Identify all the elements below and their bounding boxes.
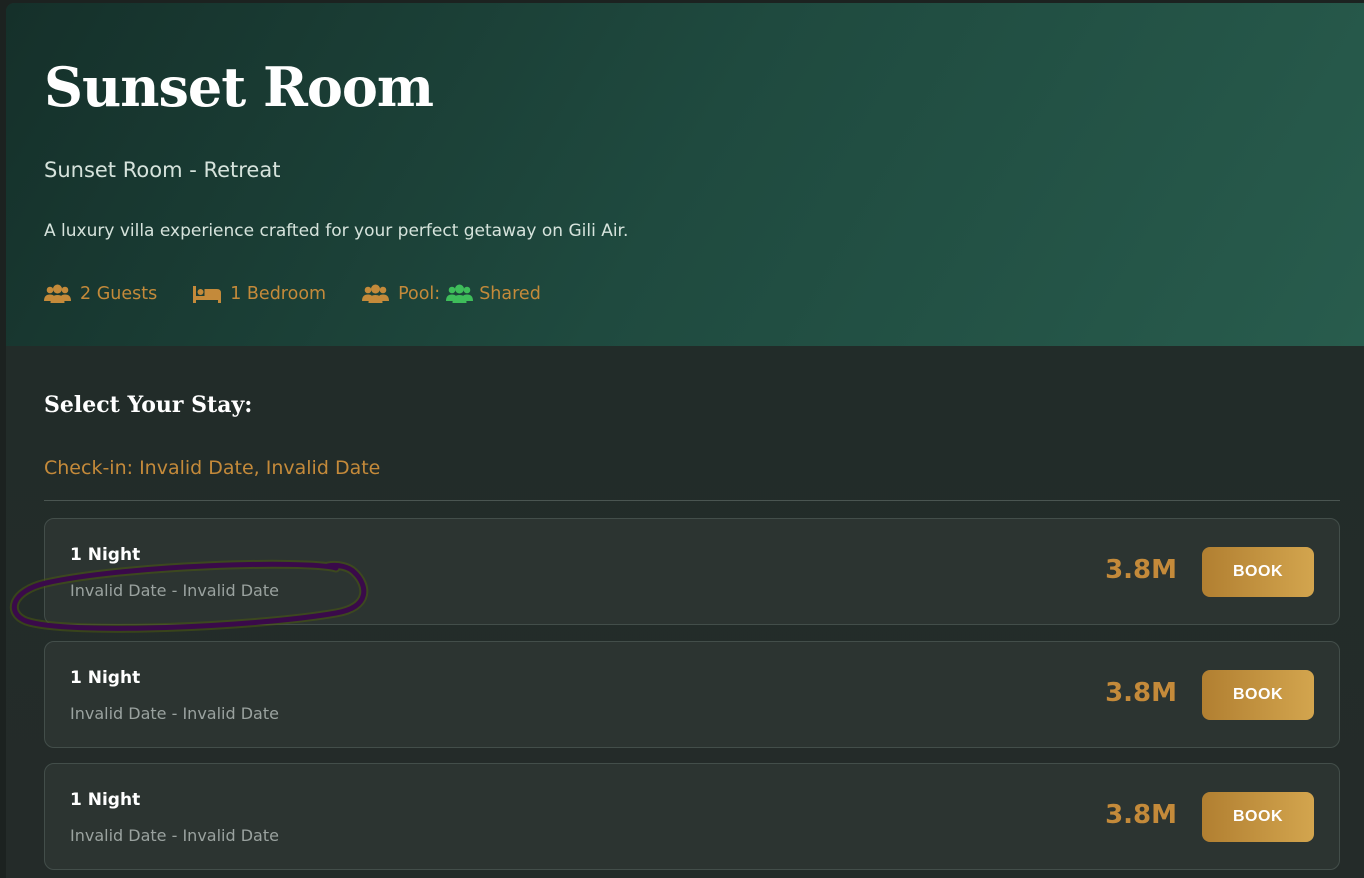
page-frame: Sunset Room Sunset Room - Retreat A luxu… <box>6 3 1364 878</box>
book-button[interactable]: BOOK <box>1202 792 1314 842</box>
stay-option: 1 Night Invalid Date - Invalid Date 3.8M… <box>44 518 1340 625</box>
feature-bedrooms: 1 Bedroom <box>193 284 326 304</box>
pool-value: Shared <box>479 284 541 304</box>
section-title: Select Your Stay: <box>44 392 253 418</box>
option-dates: Invalid Date - Invalid Date <box>70 704 279 723</box>
checkin-text: Check-in: Invalid Date, Invalid Date <box>44 457 381 479</box>
guests-label: 2 Guests <box>80 284 158 304</box>
stay-selection: Select Your Stay: Check-in: Invalid Date… <box>6 346 1364 878</box>
option-name: 1 Night <box>70 790 141 810</box>
option-name: 1 Night <box>70 668 141 688</box>
room-title: Sunset Room <box>44 55 434 119</box>
users-icon <box>44 284 71 304</box>
option-name: 1 Night <box>70 545 141 565</box>
stay-option: 1 Night Invalid Date - Invalid Date 3.8M… <box>44 641 1340 748</box>
option-price: 3.8M <box>1105 678 1177 708</box>
shared-users-icon <box>446 284 474 304</box>
bedrooms-label: 1 Bedroom <box>230 284 327 304</box>
room-description: A luxury villa experience crafted for yo… <box>44 221 629 241</box>
divider <box>44 500 1340 501</box>
book-button[interactable]: BOOK <box>1202 670 1314 720</box>
option-price: 3.8M <box>1105 800 1177 830</box>
users-icon <box>362 284 390 304</box>
option-price: 3.8M <box>1105 555 1177 585</box>
feature-guests: 2 Guests <box>44 284 157 304</box>
hero-banner: Sunset Room Sunset Room - Retreat A luxu… <box>6 3 1364 346</box>
pool-label: Pool: <box>398 284 441 304</box>
bed-icon <box>193 284 222 304</box>
option-dates: Invalid Date - Invalid Date <box>70 826 279 845</box>
book-button[interactable]: BOOK <box>1202 547 1314 597</box>
room-subtitle: Sunset Room - Retreat <box>44 158 281 182</box>
feature-pool: Pool: Shared <box>362 284 541 304</box>
room-features: 2 Guests 1 Bedroom Pool: Shared <box>44 282 541 306</box>
stay-option: 1 Night Invalid Date - Invalid Date 3.8M… <box>44 763 1340 870</box>
option-dates: Invalid Date - Invalid Date <box>70 581 279 600</box>
